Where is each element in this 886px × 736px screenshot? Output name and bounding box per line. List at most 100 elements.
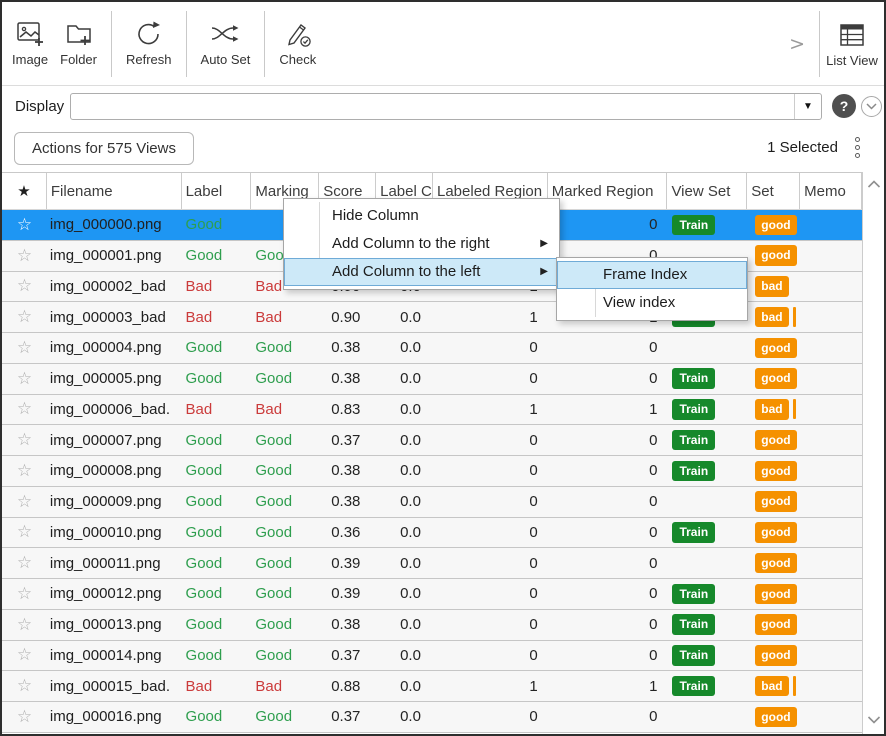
set-badge: good bbox=[755, 553, 796, 573]
table-row-16[interactable]: ☆img_000016.pngGoodGood0.370.000good bbox=[2, 702, 862, 733]
kebab-menu-icon[interactable] bbox=[855, 135, 860, 159]
table-row-14[interactable]: ☆img_000014.pngGoodGood0.370.000Traingoo… bbox=[2, 641, 862, 672]
scroll-down-icon[interactable] bbox=[867, 715, 881, 724]
cell-memo bbox=[800, 425, 862, 455]
table-row-13[interactable]: ☆img_000013.pngGoodGood0.380.000Traingoo… bbox=[2, 610, 862, 641]
cell-set: good bbox=[747, 241, 800, 271]
cell-marking: Good bbox=[251, 518, 319, 548]
collapse-chevron-icon[interactable] bbox=[861, 96, 882, 117]
star-icon[interactable]: ☆ bbox=[2, 702, 47, 732]
cell-marking: Good bbox=[251, 548, 319, 578]
column-header-memo[interactable]: Memo bbox=[800, 173, 862, 209]
image-button[interactable]: Image bbox=[6, 8, 54, 80]
cell-memo bbox=[800, 364, 862, 394]
set-stripe bbox=[793, 399, 796, 419]
pencil-check-icon bbox=[283, 20, 313, 48]
actions-button[interactable]: Actions for 575 Views bbox=[14, 132, 194, 165]
view-set-badge: Train bbox=[672, 368, 715, 388]
star-icon[interactable]: ☆ bbox=[2, 364, 47, 394]
column-header-label[interactable]: Label bbox=[182, 173, 252, 209]
display-combobox-value[interactable] bbox=[71, 94, 794, 119]
table-row-9[interactable]: ☆img_000009.pngGoodGood0.380.000good bbox=[2, 487, 862, 518]
cell-marked_region: 0 bbox=[548, 641, 668, 671]
cell-view_set: Train bbox=[667, 518, 747, 548]
cell-memo bbox=[800, 395, 862, 425]
toolbar-overflow-chevron-icon[interactable]: > bbox=[789, 33, 805, 55]
submenu-item-view-index[interactable]: View index bbox=[557, 289, 747, 317]
submenu-item-frame-index[interactable]: Frame Index bbox=[557, 261, 747, 289]
star-icon[interactable]: ☆ bbox=[2, 272, 47, 302]
cell-filename: img_000012.png bbox=[47, 579, 182, 609]
cell-label_c: 0.0 bbox=[376, 548, 433, 578]
table-row-10[interactable]: ☆img_000010.pngGoodGood0.360.000Traingoo… bbox=[2, 518, 862, 549]
star-icon[interactable]: ☆ bbox=[2, 487, 47, 517]
cell-marking: Good bbox=[251, 333, 319, 363]
column-header-view-set[interactable]: View Set bbox=[667, 173, 747, 209]
cell-filename: img_000016.png bbox=[47, 702, 182, 732]
star-icon[interactable]: ☆ bbox=[2, 456, 47, 486]
star-icon[interactable]: ☆ bbox=[2, 671, 47, 701]
cell-marking: Good bbox=[251, 610, 319, 640]
column-header-marked-region[interactable]: Marked Region bbox=[548, 173, 668, 209]
cell-filename: img_000011.png bbox=[47, 548, 182, 578]
cell-labeled_region: 0 bbox=[433, 641, 548, 671]
cell-score: 0.88 bbox=[319, 671, 376, 701]
table-row-11[interactable]: ☆img_000011.pngGoodGood0.390.000good bbox=[2, 548, 862, 579]
cell-filename: img_000001.png bbox=[47, 241, 182, 271]
help-icon[interactable]: ? bbox=[832, 94, 856, 118]
cell-set: good bbox=[747, 425, 800, 455]
cell-marked_region: 0 bbox=[548, 364, 668, 394]
table-row-15[interactable]: ☆img_000015_bad.BadBad0.880.011Trainbad bbox=[2, 671, 862, 702]
check-button[interactable]: Check bbox=[273, 8, 322, 80]
cell-marked_region: 0 bbox=[548, 702, 668, 732]
folder-button[interactable]: Folder bbox=[54, 8, 103, 80]
set-badge: good bbox=[755, 338, 796, 358]
context-submenu: Frame Index View index bbox=[556, 257, 748, 321]
table-row-12[interactable]: ☆img_000012.pngGoodGood0.390.000Traingoo… bbox=[2, 579, 862, 610]
cell-memo bbox=[800, 302, 862, 332]
cell-label: Good bbox=[182, 364, 252, 394]
table-row-8[interactable]: ☆img_000008.pngGoodGood0.380.000Traingoo… bbox=[2, 456, 862, 487]
menu-item-hide-column[interactable]: Hide Column bbox=[284, 202, 559, 230]
star-icon[interactable]: ☆ bbox=[2, 610, 47, 640]
menu-item-add-column-left[interactable]: Add Column to the left ▶ bbox=[284, 258, 559, 286]
star-icon[interactable]: ☆ bbox=[2, 641, 47, 671]
table-row-5[interactable]: ☆img_000005.pngGoodGood0.380.000Traingoo… bbox=[2, 364, 862, 395]
star-icon[interactable]: ☆ bbox=[2, 333, 47, 363]
table-row-6[interactable]: ☆img_000006_bad.BadBad0.830.011Trainbad bbox=[2, 395, 862, 426]
cell-marked_region: 0 bbox=[548, 425, 668, 455]
cell-label: Good bbox=[182, 518, 252, 548]
display-combobox[interactable]: ▼ bbox=[70, 93, 822, 120]
cell-memo bbox=[800, 456, 862, 486]
cell-label: Good bbox=[182, 579, 252, 609]
cell-filename: img_000014.png bbox=[47, 641, 182, 671]
star-icon[interactable]: ☆ bbox=[2, 210, 47, 240]
column-header-filename[interactable]: Filename bbox=[47, 173, 182, 209]
star-icon[interactable]: ☆ bbox=[2, 425, 47, 455]
star-icon[interactable]: ☆ bbox=[2, 548, 47, 578]
auto-set-button[interactable]: Auto Set bbox=[195, 8, 257, 80]
view-set-badge: Train bbox=[672, 215, 715, 235]
refresh-button[interactable]: Refresh bbox=[120, 8, 178, 80]
star-icon[interactable]: ☆ bbox=[2, 302, 47, 332]
check-button-label: Check bbox=[279, 52, 316, 67]
scroll-up-icon[interactable] bbox=[867, 180, 881, 189]
table-row-7[interactable]: ☆img_000007.pngGoodGood0.370.000Traingoo… bbox=[2, 425, 862, 456]
table-row-4[interactable]: ☆img_000004.pngGoodGood0.380.000good bbox=[2, 333, 862, 364]
star-icon[interactable]: ☆ bbox=[2, 241, 47, 271]
view-set-badge: Train bbox=[672, 614, 715, 634]
column-header-set[interactable]: Set bbox=[747, 173, 800, 209]
menu-item-add-column-right[interactable]: Add Column to the right ▶ bbox=[284, 230, 559, 258]
toolbar-separator bbox=[111, 11, 112, 77]
cell-marked_region: 1 bbox=[548, 395, 668, 425]
star-icon[interactable]: ☆ bbox=[2, 579, 47, 609]
column-header-star[interactable]: ★ bbox=[2, 173, 47, 209]
list-view-button[interactable]: List View bbox=[820, 8, 884, 80]
dropdown-arrow-icon[interactable]: ▼ bbox=[794, 94, 821, 119]
star-icon[interactable]: ☆ bbox=[2, 395, 47, 425]
vertical-scrollbar[interactable] bbox=[862, 172, 884, 734]
cell-label: Good bbox=[182, 333, 252, 363]
set-badge: good bbox=[755, 645, 796, 665]
cell-filename: img_000003_bad bbox=[47, 302, 182, 332]
star-icon[interactable]: ☆ bbox=[2, 518, 47, 548]
